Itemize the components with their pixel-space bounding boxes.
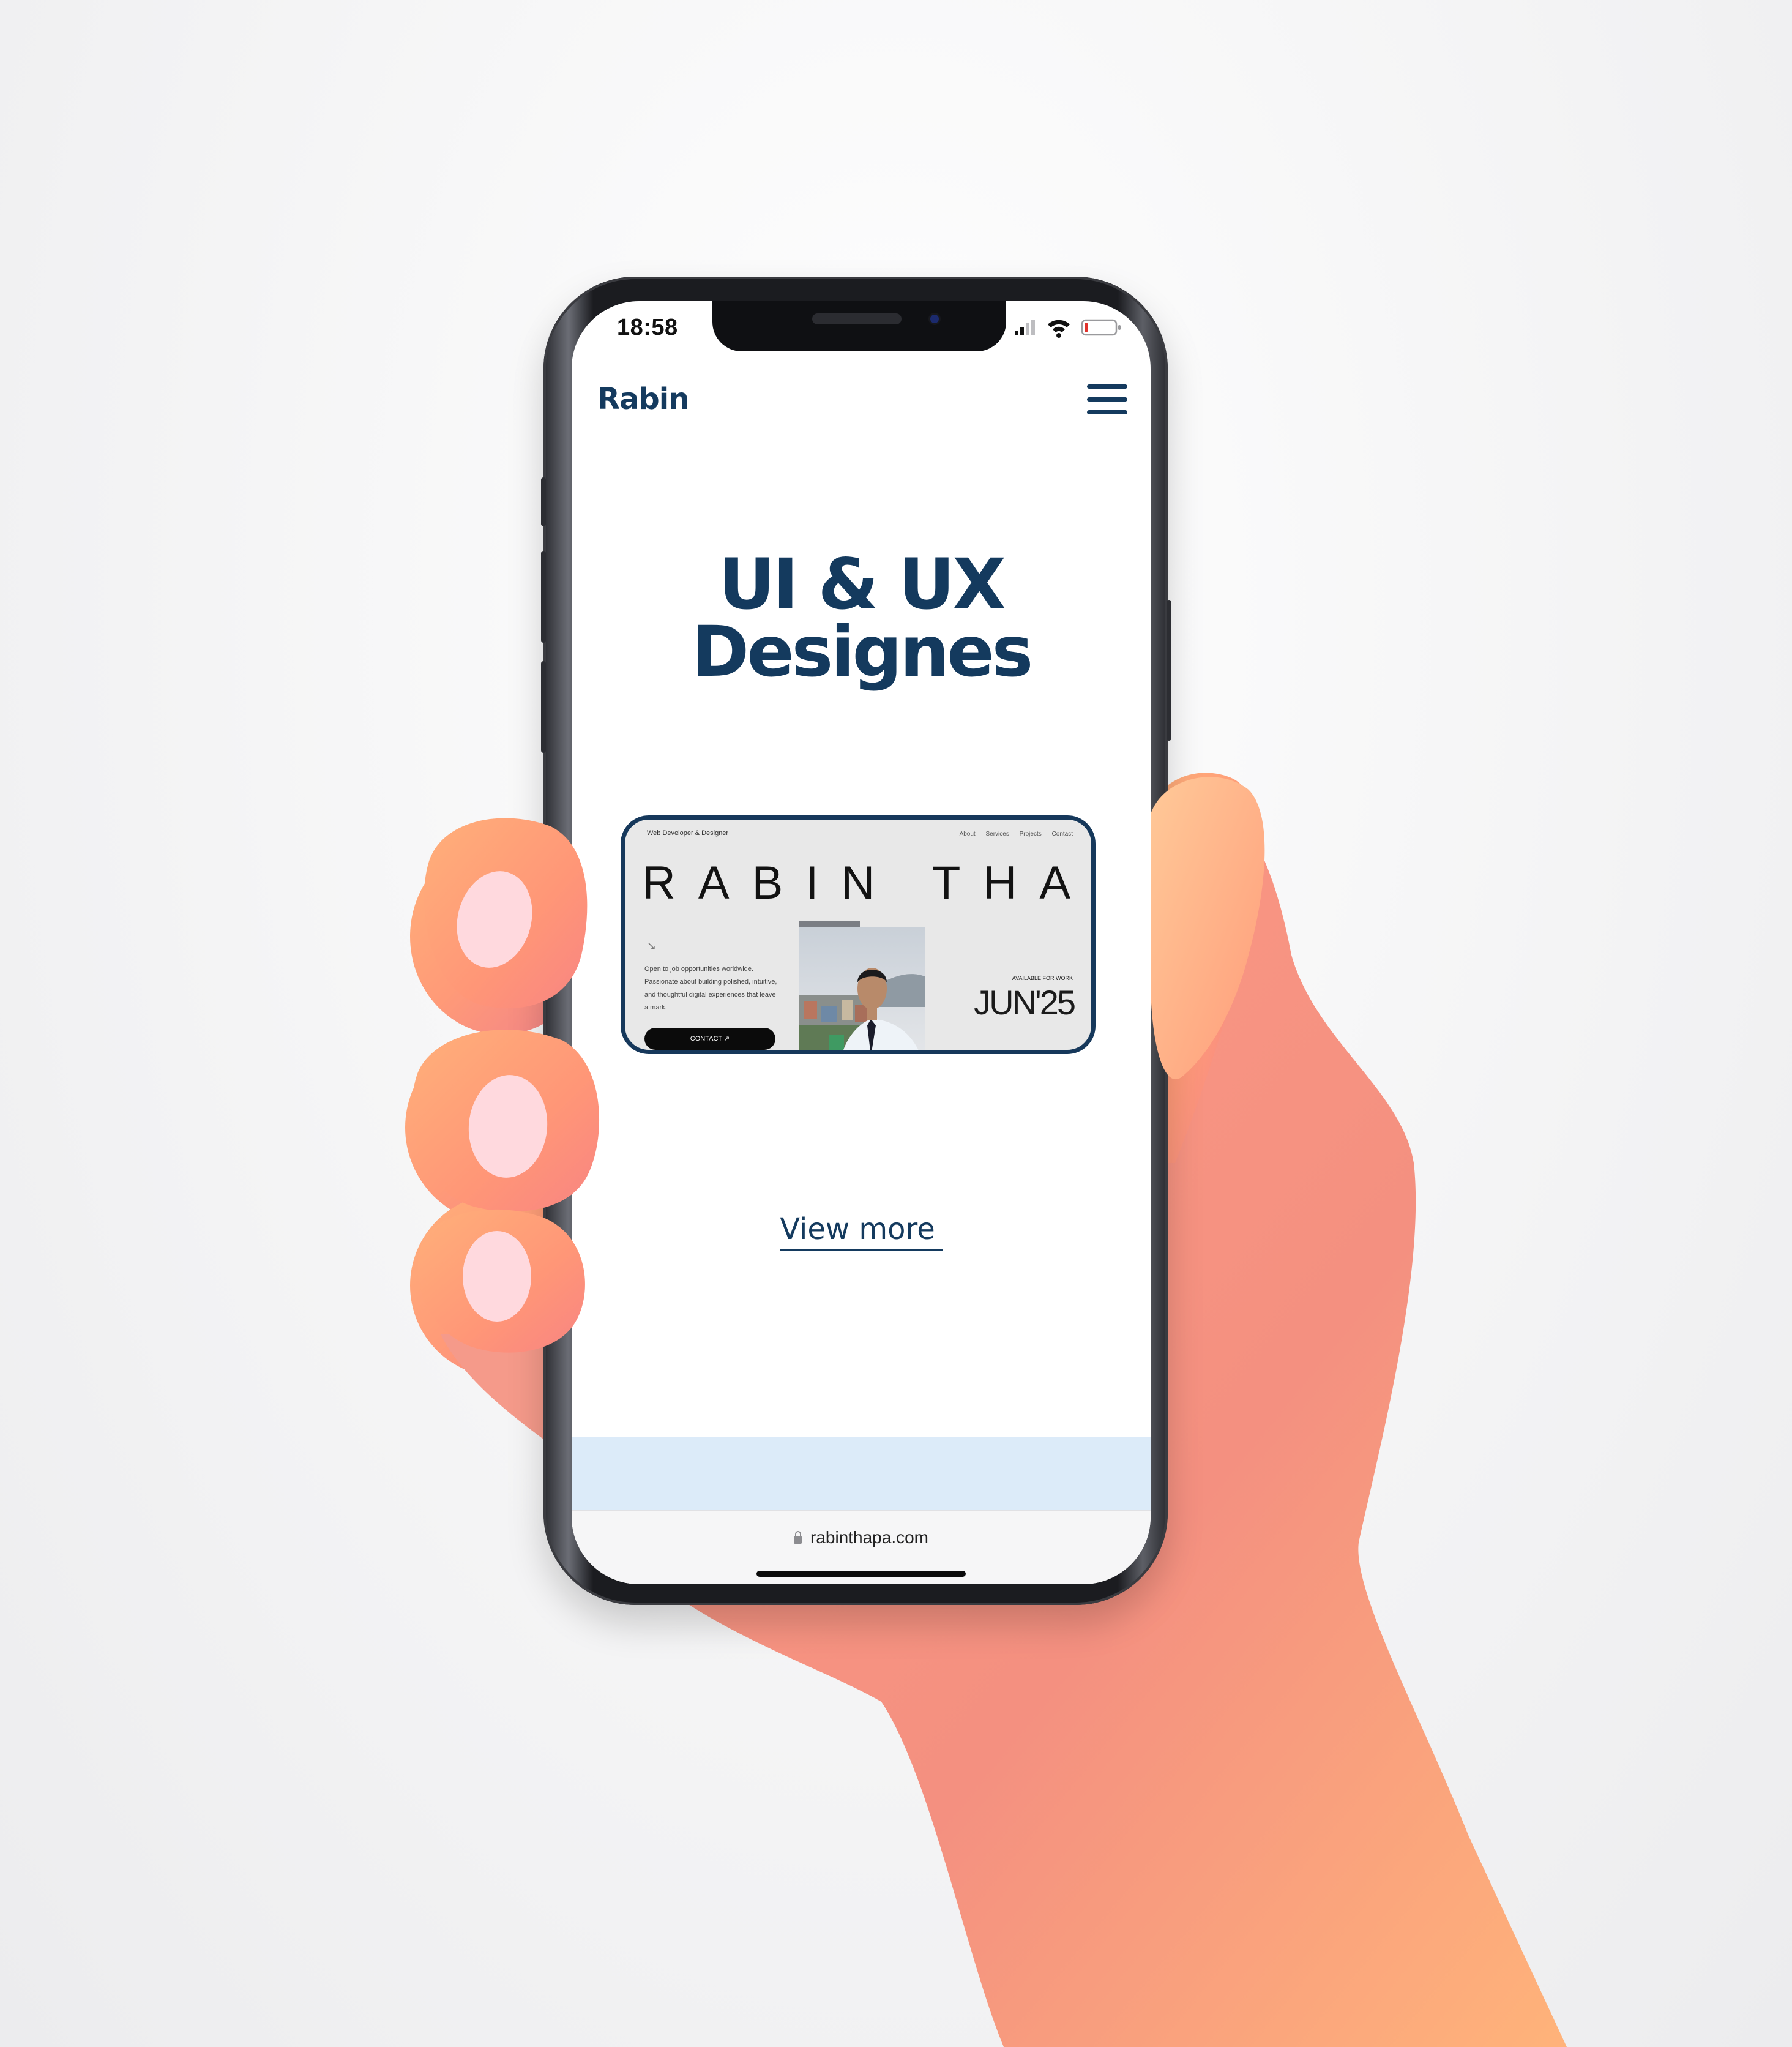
view-more-link[interactable]: View more xyxy=(780,1212,943,1251)
availability-label: AVAILABLE FOR WORK xyxy=(1012,975,1073,981)
wifi-icon xyxy=(1048,320,1070,338)
card-description: Open to job opportunities worldwide. Pas… xyxy=(644,965,777,1011)
status-icons xyxy=(1015,319,1121,338)
hero-line-1: UI & UX xyxy=(718,544,1006,625)
url-text[interactable]: rabinthapa.com xyxy=(810,1528,928,1547)
status-time: 18:58 xyxy=(617,315,678,340)
view-more-container: View more xyxy=(572,1212,1151,1251)
volume-up-button xyxy=(541,551,546,643)
next-section-band xyxy=(572,1437,1151,1510)
card-nav: About Services Projects Contact xyxy=(951,831,1073,837)
card-tagline: Web Developer & Designer xyxy=(647,829,729,837)
lock-icon xyxy=(793,1531,802,1544)
mute-switch xyxy=(541,477,546,526)
card-name-title: RABIN THAPA xyxy=(642,857,1094,909)
scene: 18:58 Rabin UI & UX Designes Web Develop… xyxy=(0,0,1792,2047)
hero-headline: UI & UX Designes xyxy=(572,544,1151,692)
power-button xyxy=(1167,600,1171,741)
card-nav-services[interactable]: Services xyxy=(985,831,1009,837)
portrait-photo xyxy=(799,927,925,1050)
hero-line-2: Designes xyxy=(691,611,1034,692)
card-nav-contact[interactable]: Contact xyxy=(1052,831,1073,837)
card-nav-projects[interactable]: Projects xyxy=(1020,831,1042,837)
url-container[interactable]: rabinthapa.com xyxy=(572,1528,1151,1547)
hamburger-menu-icon[interactable] xyxy=(1087,384,1127,415)
phone-screen: 18:58 Rabin UI & UX Designes Web Develop… xyxy=(572,301,1151,1584)
battery-icon xyxy=(1081,319,1121,336)
availability-date: JUN'25 xyxy=(974,983,1076,1022)
notch xyxy=(712,301,1006,351)
signal-icon xyxy=(1015,320,1035,335)
speaker-grille xyxy=(812,313,902,324)
brand-logo[interactable]: Rabin xyxy=(597,382,689,416)
portfolio-preview-card[interactable]: Web Developer & Designer About Services … xyxy=(621,815,1096,1054)
arrow-down-right-icon: ↘ xyxy=(647,940,657,952)
front-camera xyxy=(930,315,939,323)
home-indicator[interactable] xyxy=(756,1571,966,1577)
browser-address-bar[interactable]: rabinthapa.com xyxy=(572,1510,1151,1584)
card-nav-about[interactable]: About xyxy=(960,831,976,837)
volume-down-button xyxy=(541,661,546,753)
card-contact-button[interactable]: CONTACT ↗ xyxy=(644,1028,775,1050)
